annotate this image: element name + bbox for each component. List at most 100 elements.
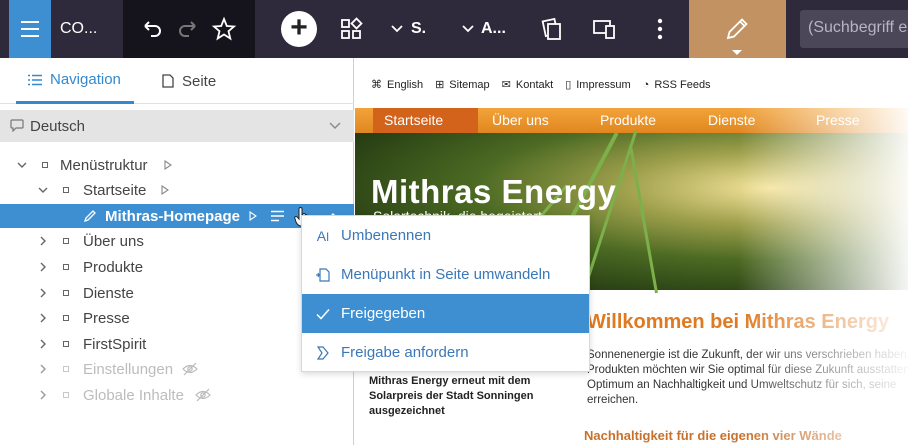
checkmark-icon bbox=[316, 309, 330, 320]
search-input[interactable]: (Suchbegriff eingeben) bbox=[800, 10, 908, 48]
tree-item-globale-inhalte[interactable]: Globale Inhalte bbox=[0, 383, 354, 407]
meta-link-label: Kontakt bbox=[515, 78, 554, 91]
menu-item-released[interactable]: Freigegeben bbox=[302, 294, 589, 333]
page-preview-icon[interactable] bbox=[539, 16, 565, 42]
mail-icon: ✉ bbox=[501, 79, 511, 91]
menu-item-label: Freigabe anfordern bbox=[341, 344, 469, 361]
meta-link-label: English bbox=[387, 78, 424, 91]
add-button[interactable]: + bbox=[281, 11, 317, 47]
panel-tabs: Navigation Seite bbox=[0, 58, 354, 104]
device-preview-icon[interactable] bbox=[591, 16, 617, 42]
node-icon bbox=[63, 315, 69, 321]
play-icon[interactable] bbox=[248, 211, 258, 221]
chevron-down-icon[interactable] bbox=[17, 160, 27, 170]
tree-item-label: Über uns bbox=[83, 232, 144, 250]
meta-link-impressum[interactable]: ▯ Impressum bbox=[565, 78, 631, 92]
tab-navigation[interactable]: Navigation bbox=[16, 58, 134, 104]
more-vertical-icon[interactable] bbox=[647, 16, 673, 42]
site-nav-ueber-uns[interactable]: Über uns bbox=[492, 112, 549, 128]
language-select[interactable]: Deutsch bbox=[0, 110, 354, 142]
eye-off-icon bbox=[182, 362, 198, 376]
tree-item-label: Dienste bbox=[83, 284, 134, 302]
meta-navigation: ⌘ English ⊞ Sitemap ✉ Kontakt ▯ Impressum ◔ R… bbox=[371, 78, 711, 92]
hero-title: Mithras Energy bbox=[371, 173, 617, 210]
site-nav-startseite[interactable]: Startseite bbox=[384, 112, 443, 128]
menu-item-rename[interactable]: AI Umbenennen bbox=[302, 216, 589, 255]
tree-item-label: FirstSpirit bbox=[83, 335, 147, 353]
tree-item-label: Globale Inhalte bbox=[83, 386, 184, 404]
chevron-right-icon[interactable] bbox=[38, 236, 48, 246]
chevron-down-icon bbox=[391, 25, 403, 33]
site-main-nav: Startseite Über uns Produkte Dienste Pre… bbox=[355, 108, 908, 133]
chevron-down-icon bbox=[462, 25, 474, 33]
list-icon bbox=[28, 74, 42, 85]
undo-icon[interactable] bbox=[139, 16, 165, 42]
node-icon bbox=[63, 264, 69, 270]
top-toolbar: CO... + S. A... (Suchbegriff eingeben) bbox=[0, 0, 908, 58]
redo-icon[interactable] bbox=[175, 16, 201, 42]
chevron-right-icon[interactable] bbox=[38, 262, 48, 272]
site-nav-presse[interactable]: Presse bbox=[816, 112, 860, 128]
pencil-icon bbox=[83, 210, 96, 223]
sitemap-icon: ⊞ bbox=[435, 79, 445, 91]
tab-navigation-label: Navigation bbox=[50, 71, 121, 88]
chevron-right-icon[interactable] bbox=[38, 390, 48, 400]
menu-item-request-release[interactable]: Freigabe anfordern bbox=[302, 333, 589, 372]
tab-page[interactable]: Seite bbox=[162, 58, 216, 104]
flag-icon: ⌘ bbox=[371, 79, 382, 91]
tab-page-label: Seite bbox=[182, 72, 217, 90]
meta-link-label: Impressum bbox=[576, 78, 631, 91]
meta-link-sitemap[interactable]: ⊞ Sitemap bbox=[435, 78, 490, 92]
edit-mode-button[interactable] bbox=[689, 0, 786, 58]
speech-bubble-icon bbox=[10, 119, 24, 132]
chevron-right-icon[interactable] bbox=[38, 364, 48, 374]
caret-down-icon bbox=[732, 50, 742, 55]
chevron-down-icon[interactable] bbox=[38, 185, 48, 195]
menu-item-label: Freigegeben bbox=[341, 305, 426, 322]
project-label[interactable]: CO... bbox=[60, 20, 97, 38]
rss-icon: ◔ bbox=[642, 78, 650, 91]
tree-item-menu-structure[interactable]: Menüstruktur bbox=[0, 153, 354, 177]
award-teaser[interactable]: Mithras Energy erneut mit dem Solarpreis… bbox=[369, 374, 554, 419]
star-icon[interactable] bbox=[211, 16, 237, 42]
welcome-heading: Willkommen bei Mithras Energy bbox=[587, 311, 890, 333]
language-label: Deutsch bbox=[30, 117, 86, 135]
context-menu-icon[interactable] bbox=[270, 210, 285, 222]
node-icon bbox=[63, 290, 69, 296]
node-icon bbox=[42, 162, 48, 168]
chevron-right-icon[interactable] bbox=[38, 339, 48, 349]
intro-text: Sonnenenergie ist die Zukunft, der wir u… bbox=[587, 349, 908, 406]
site-nav-dienste[interactable]: Dienste bbox=[708, 112, 755, 128]
chevron-right-icon[interactable] bbox=[38, 313, 48, 323]
chevron-down-icon bbox=[329, 122, 341, 129]
meta-link-label: Sitemap bbox=[449, 78, 490, 91]
tree-item-startseite[interactable]: Startseite bbox=[0, 178, 354, 202]
menu-item-label: Umbenennen bbox=[341, 227, 432, 244]
site-nav-produkte[interactable]: Produkte bbox=[600, 112, 656, 128]
tree-item-label: Startseite bbox=[83, 181, 147, 199]
tree-item-label: Presse bbox=[83, 309, 130, 327]
document-icon: ▯ bbox=[565, 79, 572, 91]
eye-off-icon bbox=[195, 388, 211, 402]
hamburger-menu-button[interactable] bbox=[9, 0, 51, 58]
rename-icon: AI bbox=[316, 227, 330, 244]
node-icon bbox=[63, 187, 69, 193]
dropdown-s[interactable]: S. bbox=[411, 20, 426, 38]
dropdown-a[interactable]: A... bbox=[481, 20, 506, 38]
menu-item-convert-to-page[interactable]: Menüpunkt in Seite umwandeln bbox=[302, 255, 589, 294]
meta-link-english[interactable]: ⌘ English bbox=[371, 78, 424, 92]
section-heading: Nachhaltigkeit für die eigenen vier Wänd… bbox=[584, 428, 842, 443]
components-icon[interactable] bbox=[338, 16, 364, 42]
play-icon[interactable] bbox=[163, 160, 173, 170]
convert-page-icon bbox=[316, 268, 330, 282]
node-icon bbox=[63, 392, 69, 398]
meta-link-rss[interactable]: ◔ RSS Feeds bbox=[643, 78, 711, 91]
chevron-right-icon[interactable] bbox=[38, 288, 48, 298]
play-icon[interactable] bbox=[160, 185, 170, 195]
menu-item-label: Menüpunkt in Seite umwandeln bbox=[341, 266, 551, 283]
workflow-icon bbox=[316, 346, 329, 360]
tree-item-label: Produkte bbox=[83, 258, 144, 276]
tree-item-label: Menüstruktur bbox=[60, 156, 148, 174]
meta-link-kontakt[interactable]: ✉ Kontakt bbox=[501, 78, 554, 92]
history-group bbox=[123, 0, 255, 58]
